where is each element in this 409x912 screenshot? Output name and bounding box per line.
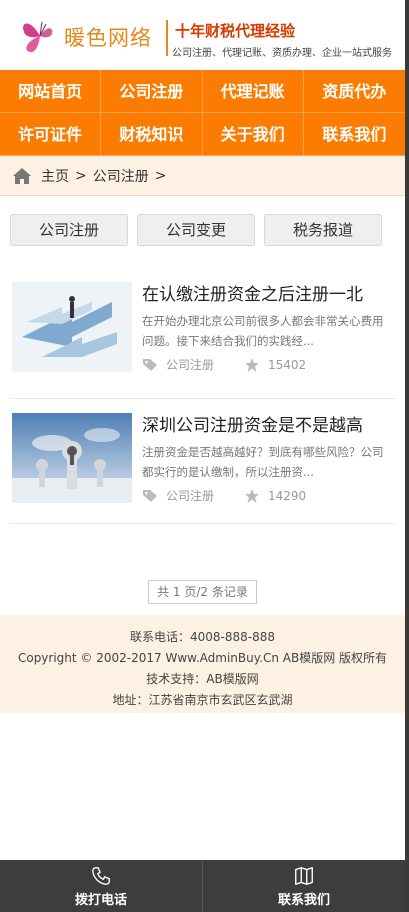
article-desc: 在开始办理北京公司前很多人都会非常关心费用问题。接下来结合我们的实践经... — [142, 314, 384, 348]
article-title[interactable]: 深圳公司注册资金是不是越高 — [142, 413, 393, 436]
article-title[interactable]: 在认缴注册资金之后注册一北 — [142, 282, 393, 305]
article-views: 15402 — [268, 357, 307, 372]
services-text: 公司注册、代理记账、资质办理、企业一站式服务 — [172, 48, 392, 59]
article-item[interactable]: 深圳公司注册资金是不是越高 注册资金是否越高越好？到底有哪些风险？公司都实行的是… — [10, 399, 395, 524]
category-tabs: 公司注册 公司变更 税务报道 — [0, 196, 405, 246]
contact-button[interactable]: 联系我们 — [202, 860, 405, 912]
footer-support: 技术支持：AB模版网 — [146, 672, 259, 686]
article-views: 14290 — [268, 488, 307, 503]
call-button-label: 拨打电话 — [74, 892, 127, 908]
footer-phone: 联系电话：4008-888-888 — [129, 630, 275, 644]
arrows-businessman-image[interactable] — [12, 282, 132, 372]
phone-icon — [92, 866, 110, 885]
tag-icon — [143, 358, 157, 371]
logo-text: 暖色网络 — [64, 26, 152, 50]
home-icon — [13, 167, 31, 184]
nav-item-licenses[interactable]: 许可证件 — [0, 113, 102, 156]
footer-address: 地址：江苏省南京市玄武区玄武湖 — [112, 693, 293, 707]
article-info: 深圳公司注册资金是不是越高 注册资金是否越高越好？到底有哪些风险？公司都实行的是… — [142, 413, 393, 505]
star-icon — [245, 488, 259, 503]
tab-tax-report[interactable]: 税务报道 — [264, 214, 382, 246]
tag-icon — [143, 489, 157, 502]
pagination: 共 1 页/2 条记录 — [0, 580, 405, 604]
page: 暖色网络 十年财税代理经验 公司注册、代理记账、资质办理、企业一站式服务 网站首… — [0, 0, 405, 912]
header: 暖色网络 十年财税代理经验 公司注册、代理记账、资质办理、企业一站式服务 — [0, 0, 405, 70]
star-icon — [245, 357, 259, 372]
call-button[interactable]: 拨打电话 — [0, 860, 202, 912]
nav-item-about[interactable]: 关于我们 — [202, 113, 304, 156]
article-meta: 公司注册 14290 — [142, 487, 393, 504]
map-icon — [295, 866, 313, 885]
article-category[interactable]: 公司注册 — [166, 487, 244, 504]
footer: 联系电话：4008-888-888 Copyright © 2002-2017 … — [0, 615, 405, 713]
nav-item-bookkeeping[interactable]: 代理记账 — [202, 70, 304, 113]
article-list: 在认缴注册资金之后注册一北 在开始办理北京公司前很多人都会非常关心费用问题。接下… — [0, 274, 405, 524]
article-item[interactable]: 在认缴注册资金之后注册一北 在开始办理北京公司前很多人都会非常关心费用问题。接下… — [10, 274, 395, 399]
tab-company-change[interactable]: 公司变更 — [137, 214, 255, 246]
logo[interactable]: 暖色网络 — [18, 14, 158, 60]
pagination-summary: 共 1 页/2 条记录 — [148, 580, 257, 604]
slogan: 十年财税代理经验 — [175, 22, 296, 40]
butterfly-logo-icon — [23, 21, 53, 53]
header-divider — [166, 20, 168, 56]
article-category[interactable]: 公司注册 — [166, 356, 244, 373]
nav-item-contact[interactable]: 联系我们 — [303, 113, 405, 156]
footer-copyright: Copyright © 2002-2017 Www.AdminBuy.Cn AB… — [17, 651, 388, 665]
nav-item-home[interactable]: 网站首页 — [0, 70, 102, 113]
nav-item-tax-knowledge[interactable]: 财税知识 — [101, 113, 203, 156]
nav-item-company-registration[interactable]: 公司注册 — [101, 70, 203, 113]
nav-item-qualification[interactable]: 资质代办 — [303, 70, 405, 113]
keyhole-sky-image[interactable] — [12, 413, 132, 503]
bottom-bar: 拨打电话 联系我们 — [0, 860, 405, 912]
breadcrumb: 主页 > 公司注册 > — [0, 156, 405, 196]
breadcrumb-separator: > — [154, 167, 167, 184]
article-meta: 公司注册 15402 — [142, 356, 393, 373]
main-nav: 网站首页 公司注册 代理记账 资质代办 许可证件 财税知识 关于我们 联系我们 — [0, 70, 405, 156]
tab-company-registration[interactable]: 公司注册 — [10, 214, 128, 246]
article-info: 在认缴注册资金之后注册一北 在开始办理北京公司前很多人都会非常关心费用问题。接下… — [142, 282, 393, 380]
contact-button-label: 联系我们 — [277, 892, 330, 908]
article-desc: 注册资金是否越高越好？到底有哪些风险？公司都实行的是认缴制，所以注册资... — [142, 445, 384, 479]
breadcrumb-home-link[interactable]: 主页 — [41, 166, 69, 186]
breadcrumb-separator: > — [75, 167, 87, 184]
breadcrumb-current[interactable]: 公司注册 — [93, 166, 149, 186]
